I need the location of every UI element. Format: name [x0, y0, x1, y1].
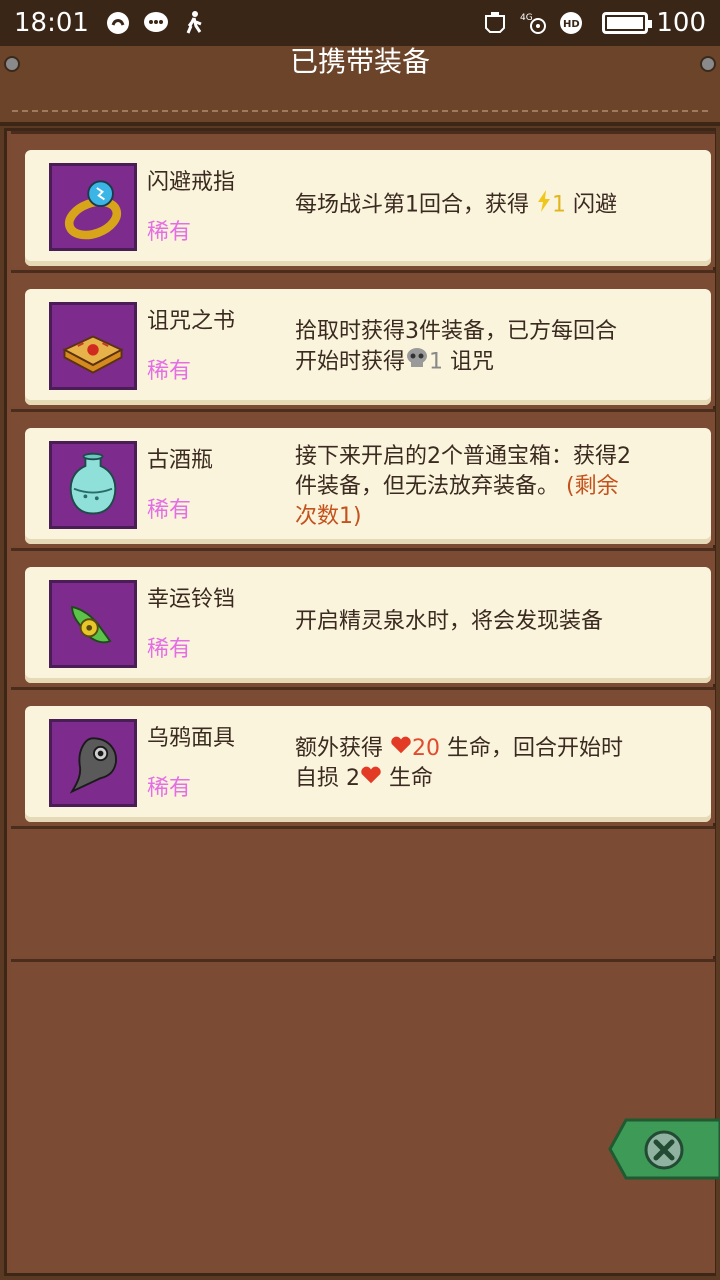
- title-bar: 已携带装备: [0, 46, 720, 126]
- heart-icon: [390, 734, 412, 764]
- item-name: 幸运铃铛: [147, 587, 236, 612]
- item-name: 诅咒之书: [147, 309, 236, 334]
- crow-mask-icon: [49, 719, 137, 807]
- status-time: 18:01: [14, 8, 89, 38]
- equipment-slot: 乌鸦面具 稀有 额外获得 20 生命，回合开始时 自损 2 生命: [11, 687, 715, 823]
- close-button[interactable]: [608, 1116, 720, 1182]
- heart-icon: [360, 764, 382, 794]
- item-description: 接下来开启的2个普通宝箱：获得2 件装备，但无法放弃装备。 (剩余 次数1): [295, 444, 631, 529]
- chat-icon: [143, 10, 169, 36]
- item-rarity: 稀有: [147, 359, 192, 384]
- item-name: 乌鸦面具: [147, 726, 236, 751]
- skull-icon: [405, 347, 429, 378]
- item-description: 额外获得 20 生命，回合开始时 自损 2 生命: [295, 734, 695, 794]
- lightning-icon: [536, 190, 552, 221]
- item-rarity: 稀有: [147, 220, 192, 245]
- equipment-card[interactable]: 闪避戒指 稀有 每场战斗第1回合，获得 1 闪避: [25, 150, 711, 266]
- battery-icon: [602, 12, 653, 34]
- bell-icon: [49, 580, 137, 668]
- equipment-slot: 幸运铃铛 稀有 开启精灵泉水时，将会发现装备: [11, 548, 715, 684]
- svg-text:HD: HD: [563, 19, 580, 30]
- item-rarity: 稀有: [147, 498, 192, 523]
- signal-4g-icon: 4G: [520, 10, 547, 36]
- item-description: 每场战斗第1回合，获得 1 闪避: [295, 190, 695, 221]
- item-name: 闪避戒指: [147, 170, 236, 195]
- ring-icon: [49, 163, 137, 251]
- item-rarity: 稀有: [147, 776, 192, 801]
- game-icon: [482, 10, 508, 36]
- equipment-card[interactable]: 诅咒之书 稀有 拾取时获得3件装备，已方每回合 开始时获得 1 诅咒: [25, 289, 711, 405]
- walking-icon: [181, 10, 207, 36]
- item-description: 拾取时获得3件装备，已方每回合 开始时获得 1 诅咒: [295, 317, 695, 378]
- equipment-card[interactable]: 幸运铃铛 稀有 开启精灵泉水时，将会发现装备: [25, 567, 711, 683]
- equipment-slot: 诅咒之书 稀有 拾取时获得3件装备，已方每回合 开始时获得 1 诅咒: [11, 270, 715, 406]
- equipment-slot: 古酒瓶 稀有 接下来开启的2个普通宝箱：获得2 件装备，但无法放弃装备。 (剩余…: [11, 409, 715, 545]
- item-rarity: 稀有: [147, 637, 192, 662]
- hd-icon: HD: [558, 10, 584, 36]
- notification-icon: [105, 10, 131, 36]
- status-bar: 18:01 4G HD 100: [0, 0, 720, 46]
- equipment-card[interactable]: 乌鸦面具 稀有 额外获得 20 生命，回合开始时 自损 2 生命: [25, 706, 711, 822]
- page-title: 已携带装备: [289, 45, 430, 78]
- book-icon: [49, 302, 137, 390]
- item-name: 古酒瓶: [147, 448, 214, 473]
- equipment-card[interactable]: 古酒瓶 稀有 接下来开启的2个普通宝箱：获得2 件装备，但无法放弃装备。 (剩余…: [25, 428, 711, 544]
- equipment-slot: 闪避戒指 稀有 每场战斗第1回合，获得 1 闪避: [11, 131, 715, 267]
- svg-text:4G: 4G: [520, 13, 533, 23]
- equipment-panel: 闪避戒指 稀有 每场战斗第1回合，获得 1 闪避 诅咒之书 稀有 拾取时获得3件…: [4, 128, 716, 1276]
- empty-slot: [11, 826, 715, 956]
- item-description: 开启精灵泉水时，将会发现装备: [295, 609, 604, 634]
- battery-level: 100: [656, 8, 706, 38]
- vase-icon: [49, 441, 137, 529]
